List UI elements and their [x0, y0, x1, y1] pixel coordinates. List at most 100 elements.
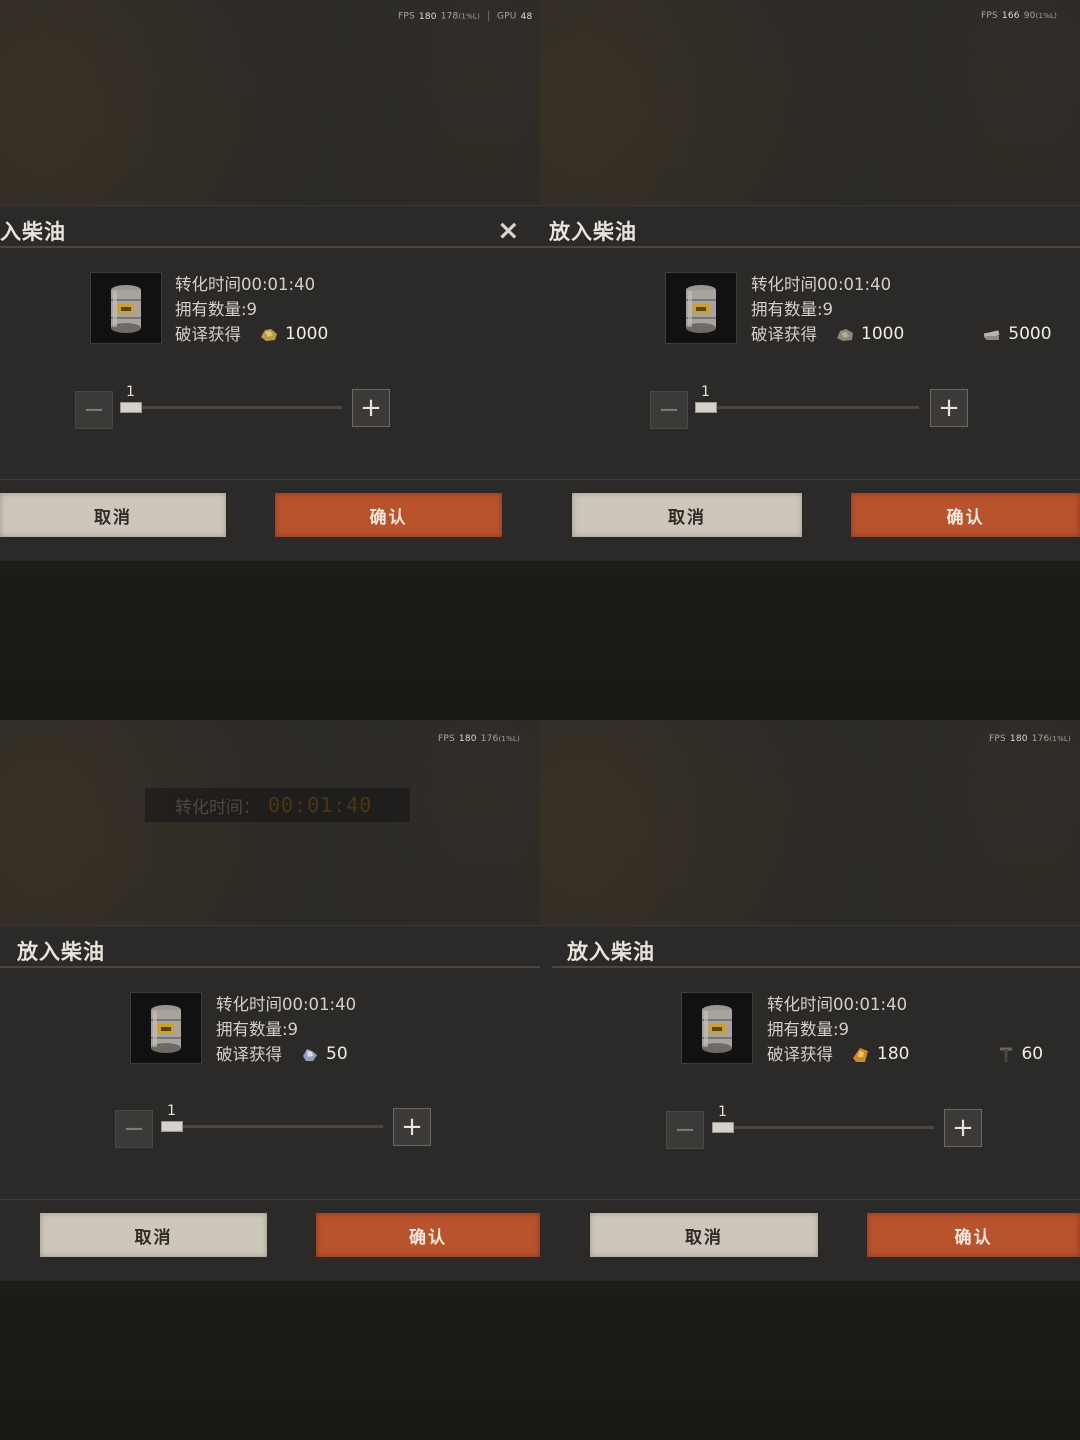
dialog-title: 放入柴油	[567, 940, 655, 964]
decode-reward-row: 破译获得 1000	[175, 322, 328, 347]
fps-low-value: 90	[1023, 11, 1036, 21]
slider-value: 1	[126, 384, 135, 400]
fps-value: 180	[418, 11, 437, 22]
decode-reward-row: 破译获得 1000 5000	[751, 322, 1071, 347]
quantity-slider-thumb[interactable]	[161, 1121, 183, 1132]
slider-value: 1	[167, 1103, 176, 1119]
button-divider	[540, 479, 1080, 480]
close-icon[interactable]: ×	[497, 217, 520, 244]
decode-reward-row: 破译获得 50	[216, 1042, 356, 1067]
diesel-barrel-item	[130, 992, 202, 1064]
diesel-barrel-item	[665, 272, 737, 344]
slider-value: 1	[718, 1104, 727, 1120]
cancel-button[interactable]: 取消	[572, 493, 802, 537]
fps-overlay: FPS 180 178(1%L) GPU 48	[398, 11, 536, 22]
fps-overlay: FPS 166 90(1%L)	[981, 11, 1057, 21]
reward-value: 1000	[861, 324, 905, 344]
cancel-button[interactable]: 取消	[0, 493, 226, 537]
decrease-button[interactable]: −	[75, 391, 113, 429]
reward-amber: 180	[851, 1042, 909, 1067]
decrease-button[interactable]: −	[650, 391, 688, 429]
confirm-button[interactable]: 确认	[275, 493, 502, 537]
ore-icon	[837, 328, 853, 341]
owned-count: 拥有数量:9	[216, 1020, 299, 1039]
fps-low-value: 176	[1031, 734, 1050, 744]
gold-ore-icon	[261, 328, 277, 341]
quantity-slider-track[interactable]	[712, 1126, 934, 1129]
gpu-value: 48	[520, 11, 533, 22]
conversion-timer-banner: 转化时间： 00:01:40	[145, 788, 410, 822]
fps-low-tag: (1%L)	[458, 12, 480, 21]
crystal-icon	[303, 1048, 317, 1061]
pickaxe-icon	[1000, 1047, 1013, 1062]
fps-label: FPS	[981, 11, 998, 21]
decrease-button[interactable]: −	[666, 1111, 704, 1149]
title-divider	[552, 966, 1080, 968]
reward-value: 5000	[1008, 324, 1052, 344]
reward-value: 180	[877, 1044, 910, 1064]
title-divider	[540, 246, 1080, 248]
title-divider	[0, 246, 540, 248]
conversion-time: 转化时间00:01:40	[751, 275, 892, 294]
quantity-slider-track[interactable]	[161, 1125, 383, 1128]
confirm-button[interactable]: 确认	[851, 493, 1080, 537]
conversion-time: 转化时间00:01:40	[175, 275, 316, 294]
increase-button[interactable]: +	[393, 1108, 431, 1146]
quantity-slider-thumb[interactable]	[120, 402, 142, 413]
fps-overlay: FPS 180 176(1%L)	[438, 734, 520, 744]
timer-label: 转化时间：	[175, 797, 260, 818]
conversion-time: 转化时间00:01:40	[767, 995, 908, 1014]
reward-gold-ore: 1000	[259, 322, 328, 347]
owned-count: 拥有数量:9	[767, 1020, 850, 1039]
fps-low-value: 178	[440, 11, 459, 22]
fps-label: FPS	[398, 11, 415, 22]
reward-value: 50	[326, 1044, 348, 1064]
fps-low-tag: (1%L)	[1035, 12, 1058, 20]
dialog-title: 放入柴油	[549, 220, 637, 244]
timer-value: 00:01:40	[268, 793, 373, 817]
fps-low-value: 176	[480, 734, 499, 744]
fps-value: 180	[1009, 734, 1028, 744]
insert-diesel-dialog: 放入柴油 转化时间00:01:40 拥有数量:9 破译获得 1000 5000 …	[540, 205, 1080, 563]
cancel-button[interactable]: 取消	[40, 1213, 267, 1257]
reward-pickaxe: 60	[997, 1042, 1043, 1067]
oil-barrel-icon	[111, 285, 141, 333]
amber-icon	[853, 1047, 868, 1062]
decrease-button[interactable]: −	[115, 1110, 153, 1148]
reward-crystal: 50	[300, 1042, 348, 1067]
decode-label: 破译获得	[175, 325, 241, 344]
diesel-barrel-item	[90, 272, 162, 344]
reward-metal-scrap: 5000	[982, 322, 1052, 347]
quantity-slider-thumb[interactable]	[712, 1122, 734, 1133]
item-info: 转化时间00:01:40 拥有数量:9 破译获得 180 60	[767, 992, 1067, 1067]
metal-scrap-icon	[984, 329, 1000, 340]
confirm-button[interactable]: 确认	[316, 1213, 540, 1257]
decode-label: 破译获得	[751, 325, 817, 344]
insert-diesel-dialog: 放入柴油 转化时间00:01:40 拥有数量:9 破译获得 180 60 − 1…	[540, 925, 1080, 1283]
increase-button[interactable]: +	[944, 1109, 982, 1147]
fps-low-tag: (1%L)	[1049, 735, 1071, 743]
increase-button[interactable]: +	[930, 389, 968, 427]
button-divider	[540, 1199, 1080, 1200]
fps-label: FPS	[438, 734, 455, 744]
owned-count: 拥有数量:9	[175, 300, 258, 319]
oil-barrel-icon	[686, 285, 716, 333]
button-divider	[0, 1199, 540, 1200]
screenshot-panel-1: FPS 180 178(1%L) GPU 48 入柴油 × 转化时间00:01:40 拥…	[0, 0, 540, 720]
decode-label: 破译获得	[216, 1045, 282, 1064]
confirm-button[interactable]: 确认	[867, 1213, 1080, 1257]
slider-value: 1	[701, 384, 710, 400]
quantity-slider-track[interactable]	[120, 406, 342, 409]
increase-button[interactable]: +	[352, 389, 390, 427]
fps-separator	[487, 11, 489, 21]
quantity-slider-track[interactable]	[695, 406, 919, 409]
cancel-button[interactable]: 取消	[590, 1213, 818, 1257]
decode-reward-row: 破译获得 180 60	[767, 1042, 1067, 1067]
fps-value: 180	[458, 734, 477, 744]
screenshot-panel-3: FPS 180 176(1%L) 转化时间： 00:01:40 放入柴油 转化时间0…	[0, 720, 540, 1440]
reward-value: 1000	[285, 324, 329, 344]
item-info: 转化时间00:01:40 拥有数量:9 破译获得 1000	[175, 272, 328, 347]
title-divider	[0, 966, 540, 968]
quantity-slider-thumb[interactable]	[695, 402, 717, 413]
owned-count: 拥有数量:9	[751, 300, 834, 319]
